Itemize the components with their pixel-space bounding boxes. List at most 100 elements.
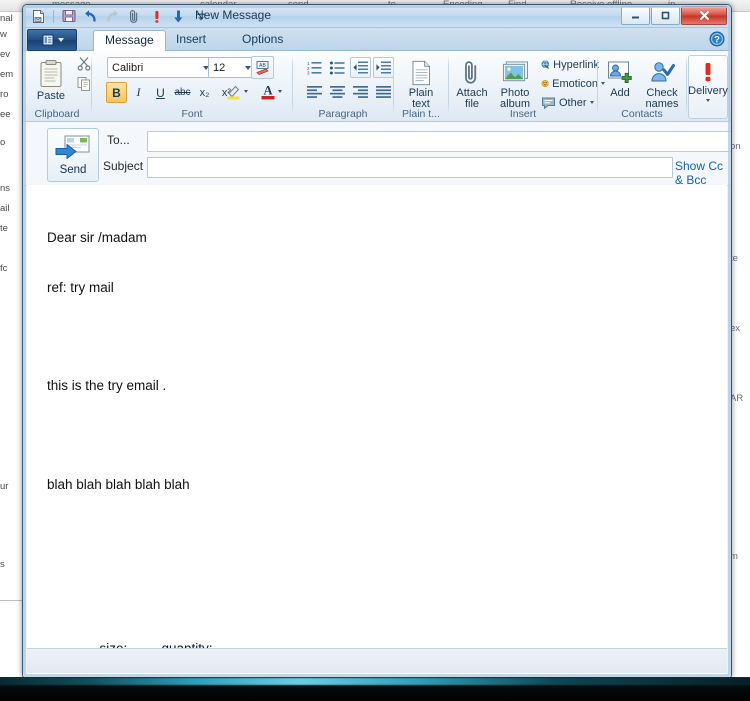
- tab-insert[interactable]: Insert: [165, 30, 217, 50]
- high-priority-icon[interactable]: [147, 7, 166, 26]
- paperclip-icon: [465, 61, 477, 84]
- justify-icon: [376, 85, 391, 98]
- alignment-buttons: [304, 81, 394, 102]
- body-blank-2: [47, 428, 213, 444]
- close-button[interactable]: [681, 6, 727, 25]
- low-priority-icon[interactable]: [169, 7, 188, 26]
- plain-text-button[interactable]: Plain text: [400, 56, 442, 110]
- numbered-list-button[interactable]: 1 2 3: [304, 57, 325, 78]
- message-text: Dear sir /madam ref: try mail this is th…: [47, 197, 213, 677]
- minimize-button[interactable]: [621, 6, 650, 25]
- window-controls: [621, 6, 727, 25]
- font-color-button[interactable]: A: [259, 82, 282, 101]
- subscript-button[interactable]: x₂: [194, 82, 215, 103]
- strikethrough-button[interactable]: abc: [172, 82, 193, 103]
- align-right-icon: [353, 85, 368, 98]
- body-filler-line: blah blah blah blah blah: [47, 476, 190, 492]
- body-blank-3: [47, 526, 213, 542]
- bg-left-fragment-3: ev: [0, 49, 11, 60]
- ribbon-group-plain-text: Plain text Plain t...: [394, 51, 448, 121]
- attach-file-button[interactable]: Attach file: [452, 56, 492, 110]
- bg-left-fragment-9: ail: [0, 203, 10, 214]
- message-body-editor[interactable]: Dear sir /madam ref: try mail this is th…: [27, 185, 727, 677]
- attach-icon[interactable]: [125, 7, 144, 26]
- send-button[interactable]: Send: [47, 128, 99, 182]
- check-names-icon: [650, 62, 675, 82]
- status-bar: [27, 648, 727, 673]
- body-blank-1: [47, 329, 213, 345]
- send-icon: [55, 135, 90, 159]
- bg-left-fragment-6: ee: [0, 109, 11, 120]
- to-input[interactable]: [147, 131, 731, 152]
- editing-button[interactable]: ABC Editing: [729, 55, 731, 119]
- add-contact-button[interactable]: Add: [600, 56, 640, 110]
- photo-album-button[interactable]: Photo album: [494, 56, 536, 110]
- align-left-button[interactable]: [304, 81, 325, 102]
- message-body-container: Dear sir /madam ref: try mail this is th…: [27, 185, 727, 677]
- ribbon-group-delivery: Delivery: [687, 51, 728, 121]
- ribbon-group-paragraph: 1 2 3 Paragraph: [293, 51, 394, 121]
- align-center-button[interactable]: [327, 81, 348, 102]
- decrease-indent-button[interactable]: [350, 57, 371, 78]
- redo-icon[interactable]: [103, 7, 122, 26]
- copy-button[interactable]: [77, 76, 92, 95]
- maximize-button[interactable]: [651, 6, 680, 25]
- justify-button[interactable]: [373, 81, 394, 102]
- plain-text-icon: [412, 60, 430, 86]
- ribbon: Paste Clipboard Calibri 12 AB B I U abc …: [23, 51, 731, 122]
- clear-formatting-button[interactable]: AB: [251, 56, 274, 79]
- font-color-chevron-down-icon: [278, 90, 282, 93]
- increase-indent-button[interactable]: [373, 57, 394, 78]
- svg-text:AB: AB: [259, 63, 266, 69]
- bg-left-fragment-10: te: [0, 223, 8, 234]
- hyperlink-button[interactable]: Hyperlink: [539, 56, 601, 73]
- emoticon-icon: [541, 79, 549, 88]
- font-size-value: 12: [213, 61, 226, 74]
- delivery-label: Delivery: [688, 85, 728, 97]
- subject-input[interactable]: [147, 157, 673, 178]
- body-greeting: Dear sir /madam: [47, 230, 147, 245]
- check-names-button[interactable]: Check names: [640, 56, 684, 110]
- background-window-left-edge: nal w ev em ro ee o ns ail te fc ur s: [0, 11, 22, 671]
- bg-left-fragment-1: nal: [0, 13, 13, 24]
- toolbar-separator: [53, 9, 54, 23]
- taskbar-gloss-highlight: [0, 678, 750, 685]
- align-left-icon: [307, 85, 322, 98]
- other-label: Other: [559, 96, 587, 109]
- compose-body-region: Dear sir /madam ref: try mail this is th…: [23, 185, 731, 677]
- align-right-button[interactable]: [350, 81, 371, 102]
- cut-button[interactable]: [77, 56, 92, 74]
- subject-label: Subject: [103, 159, 144, 173]
- clipboard-group-label: Clipboard: [34, 108, 80, 120]
- show-cc-bcc-link[interactable]: Show Cc & Bcc: [675, 159, 731, 187]
- svg-text:3: 3: [307, 70, 310, 75]
- save-icon[interactable]: [59, 7, 78, 26]
- tab-options[interactable]: Options: [231, 30, 294, 50]
- ribbon-group-editing: ABC Editing: [728, 51, 731, 121]
- tab-message[interactable]: Message: [93, 30, 166, 51]
- bulleted-list-button[interactable]: [327, 57, 348, 78]
- body-intro-line: this is the try email .: [47, 378, 167, 393]
- font-size-combo[interactable]: 12: [208, 57, 255, 78]
- undo-icon[interactable]: [81, 7, 100, 26]
- bold-button[interactable]: B: [106, 82, 127, 103]
- delivery-priority-icon: [705, 63, 711, 82]
- paste-button[interactable]: Paste: [31, 55, 71, 107]
- underline-button[interactable]: U: [150, 82, 171, 103]
- bg-left-fragment-8: ns: [0, 183, 11, 194]
- application-menu-button[interactable]: [27, 29, 77, 51]
- paste-icon: [40, 60, 62, 87]
- paragraph-group-label: Paragraph: [318, 108, 368, 120]
- new-message-icon[interactable]: [29, 7, 48, 26]
- help-icon[interactable]: ?: [709, 31, 725, 47]
- align-center-icon: [330, 85, 345, 98]
- to-label: To...: [107, 133, 130, 147]
- plain-text-group-label: Plain t...: [402, 108, 440, 120]
- italic-button[interactable]: I: [128, 82, 149, 103]
- font-name-combo[interactable]: Calibri: [107, 57, 213, 78]
- highlight-button[interactable]: [225, 82, 248, 101]
- contacts-group-label: Contacts: [621, 108, 663, 120]
- delivery-button[interactable]: Delivery: [688, 55, 728, 119]
- quick-access-toolbar: [29, 6, 210, 26]
- background-divider: [0, 600, 24, 601]
